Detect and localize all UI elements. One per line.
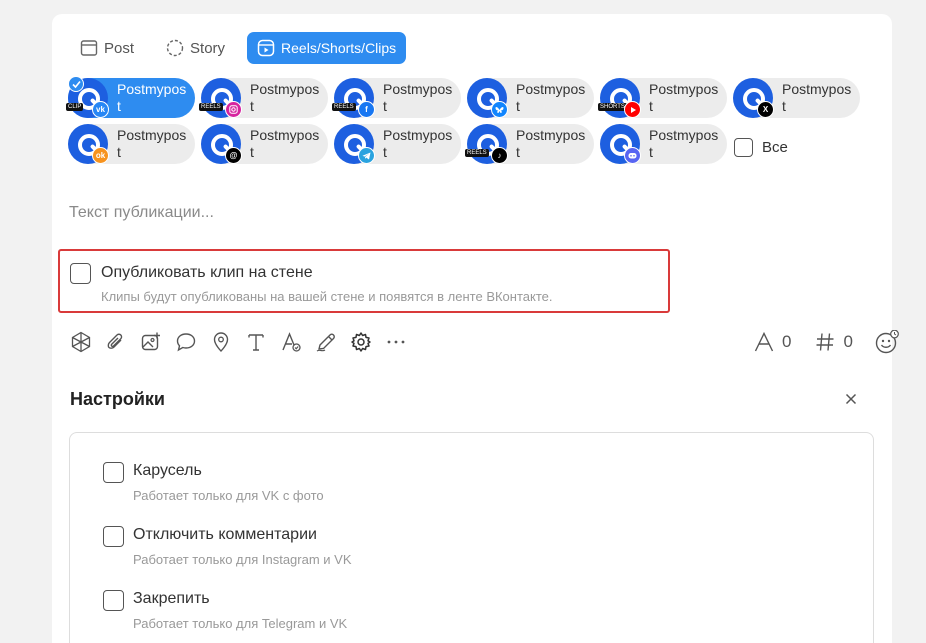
tab-reels-label: Reels/Shorts/Clips bbox=[281, 40, 397, 56]
reels-tag: REELS bbox=[199, 103, 223, 111]
threads-icon: @ bbox=[225, 147, 242, 164]
tiktok-icon: ♪ bbox=[491, 147, 508, 164]
account-name: Postmypost bbox=[516, 127, 586, 160]
youtube-icon bbox=[624, 101, 641, 118]
story-icon bbox=[166, 39, 184, 57]
tab-post-label: Post bbox=[104, 39, 135, 57]
account-name: Postmypost bbox=[649, 81, 719, 114]
option-label: Закрепить bbox=[133, 590, 210, 607]
hashtag-count: 0 bbox=[843, 332, 853, 351]
selected-check-icon bbox=[68, 76, 84, 92]
vk-wall-option: Опубликовать клип на стене Клипы будут о… bbox=[58, 249, 670, 313]
tab-story[interactable]: Story bbox=[156, 32, 235, 64]
carousel-checkbox[interactable] bbox=[103, 462, 124, 483]
character-count: 0 bbox=[782, 332, 792, 351]
select-all-label: Все bbox=[762, 139, 788, 156]
clip-tag: CLIP bbox=[66, 103, 84, 111]
tab-post[interactable]: Post bbox=[70, 32, 144, 64]
vk-icon: vk bbox=[92, 101, 109, 118]
vk-wall-description: Клипы будут опубликованы на вашей стене … bbox=[101, 289, 553, 304]
tab-story-label: Story bbox=[190, 39, 226, 57]
comment-icon[interactable] bbox=[174, 330, 198, 354]
tab-reels[interactable]: Reels/Shorts/Clips bbox=[247, 32, 407, 64]
bluesky-icon bbox=[491, 101, 508, 118]
account-chip[interactable]: Postmypost bbox=[600, 124, 727, 164]
post-type-tabs: Post Story Reels/Shorts/Clips bbox=[70, 32, 407, 64]
post-text-input[interactable]: Текст публикации... bbox=[69, 204, 214, 222]
reels-tag: REELS bbox=[465, 149, 489, 157]
discord-icon bbox=[624, 147, 641, 164]
paperclip-icon[interactable] bbox=[104, 330, 128, 354]
account-chip[interactable]: CLIP vk Postmypost bbox=[66, 76, 195, 118]
account-name: Postmypost bbox=[250, 127, 320, 160]
location-icon[interactable] bbox=[209, 330, 233, 354]
vk-wall-checkbox[interactable] bbox=[70, 263, 91, 284]
post-editor-panel: Post Story Reels/Shorts/Clips CLIP vk Po… bbox=[52, 14, 899, 643]
post-icon bbox=[80, 39, 98, 57]
settings-title: Настройки bbox=[70, 389, 165, 409]
account-chip[interactable]: X Postmypost bbox=[733, 78, 860, 118]
pin-checkbox[interactable] bbox=[103, 590, 124, 611]
pen-icon[interactable] bbox=[314, 330, 338, 354]
select-all-checkbox[interactable] bbox=[734, 138, 753, 157]
account-name: Postmypost bbox=[383, 127, 453, 160]
more-icon[interactable] bbox=[384, 330, 408, 354]
account-name: Postmypost bbox=[250, 81, 320, 114]
option-description: Работает только для Telegram и VK bbox=[133, 616, 348, 631]
character-count-icon bbox=[752, 330, 776, 354]
account-name: Postmypost bbox=[516, 81, 586, 114]
account-name: Postmypost bbox=[117, 127, 187, 160]
settings-options: Карусель Работает только для VK с фото О… bbox=[69, 432, 874, 643]
account-chip[interactable]: REELS f Postmypost bbox=[332, 78, 461, 118]
reels-tag: REELS bbox=[332, 103, 356, 111]
account-name: Postmypost bbox=[782, 81, 852, 114]
close-icon[interactable] bbox=[842, 390, 860, 408]
hashtag-icon bbox=[813, 330, 837, 354]
ai-icon[interactable] bbox=[69, 330, 93, 354]
account-chip[interactable]: Postmypost bbox=[334, 124, 461, 164]
account-chip[interactable]: ok Postmypost bbox=[68, 124, 195, 164]
vk-wall-label: Опубликовать клип на стене bbox=[101, 264, 313, 281]
disable-comments-checkbox[interactable] bbox=[103, 526, 124, 547]
account-chip[interactable]: REELS Postmypost bbox=[199, 78, 328, 118]
account-name: Postmypost bbox=[117, 81, 187, 114]
odnoklassniki-icon: ok bbox=[92, 147, 109, 164]
option-description: Работает только для Instagram и VK bbox=[133, 552, 352, 567]
instagram-icon bbox=[225, 101, 242, 118]
x-icon: X bbox=[757, 101, 774, 118]
gear-icon[interactable] bbox=[349, 330, 373, 354]
text-format-icon[interactable] bbox=[244, 330, 268, 354]
font-style-icon[interactable] bbox=[279, 330, 303, 354]
account-chip[interactable]: SHORTS Postmypost bbox=[598, 78, 727, 118]
option-label: Отключить комментарии bbox=[133, 526, 317, 543]
account-chip[interactable]: REELS ♪ Postmypost bbox=[465, 124, 594, 164]
option-description: Работает только для VK с фото bbox=[133, 488, 324, 503]
account-name: Postmypost bbox=[649, 127, 719, 160]
select-all[interactable]: Все bbox=[734, 138, 788, 157]
facebook-icon: f bbox=[358, 101, 375, 118]
reels-icon bbox=[257, 39, 275, 57]
shorts-tag: SHORTS bbox=[598, 103, 627, 111]
add-image-icon[interactable] bbox=[139, 330, 163, 354]
emoji-icon[interactable] bbox=[875, 330, 899, 354]
account-name: Postmypost bbox=[383, 81, 453, 114]
account-chip[interactable]: @ Postmypost bbox=[201, 124, 328, 164]
counters: 0 0 bbox=[752, 330, 899, 354]
account-chip[interactable]: Postmypost bbox=[467, 78, 594, 118]
editor-toolbar bbox=[69, 330, 408, 354]
telegram-icon bbox=[358, 147, 375, 164]
option-label: Карусель bbox=[133, 462, 202, 479]
